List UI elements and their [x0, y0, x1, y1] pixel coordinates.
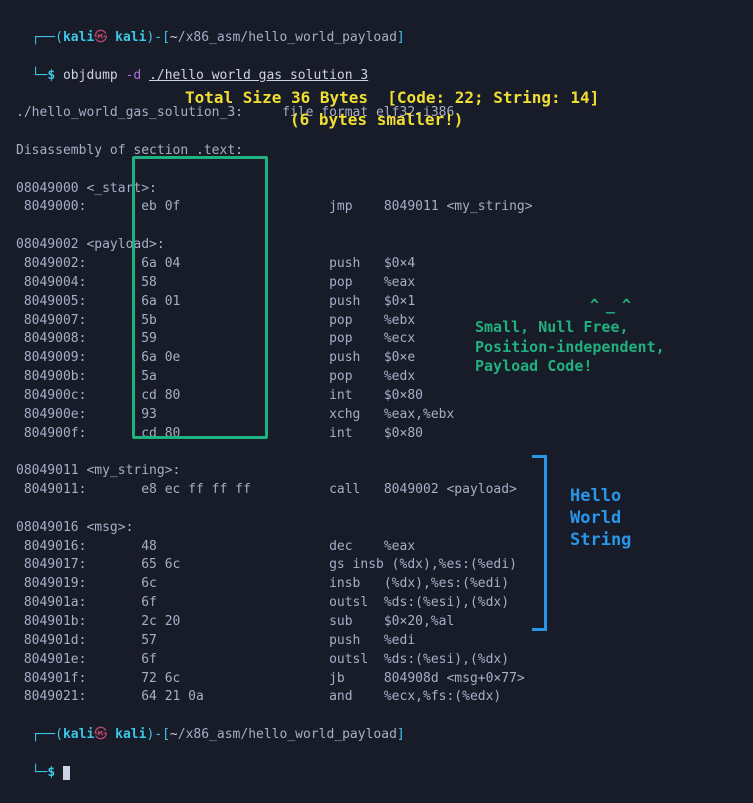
command-name: objdump [63, 68, 118, 83]
disasm-line: 804900f: cd 80 int $0×80 [16, 425, 737, 444]
prompt-input-line[interactable]: └─$ [16, 745, 737, 783]
disasm-line: 8049019: 6c insb (%dx),%es:(%edi) [16, 575, 737, 594]
disasm-line: 8049002: 6a 04 push $0×4 [16, 255, 737, 274]
command-arg: ./hello world gas solution 3 [149, 68, 368, 83]
section-header: 08049002 <payload>: [16, 236, 737, 255]
cursor [63, 766, 70, 780]
annotation-hello-world: Hello World String [570, 485, 631, 551]
annotation-bytes-smaller: (6 bytes smaller!) [290, 108, 463, 131]
annotation-caret: ^_^ [590, 296, 638, 316]
prompt-line-1: ┌──(kali㉿ kali)-[~/x86_asm/hello_world_p… [16, 10, 737, 48]
prompt-user: kali [63, 30, 94, 45]
disasm-line: 804901d: 57 push %edi [16, 632, 737, 651]
disasm-line: 804900e: 93 xchg %eax,%ebx [16, 406, 737, 425]
disasm-line: 804901a: 6f outsl %ds:(%esi),(%dx) [16, 594, 737, 613]
command-line[interactable]: └─$ objdump -d ./hello world gas solutio… [16, 48, 737, 86]
disasm-line: 8049000: eb 0f jmp 8049011 <my_string> [16, 198, 737, 217]
command-flag: -d [126, 68, 142, 83]
disassembly-header: Disassembly of section .text: [16, 142, 737, 161]
disassembly-output: 08049000 <_start>: 8049000: eb 0f jmp 80… [16, 180, 737, 708]
disasm-line: 8049021: 64 21 0a and %ecx,%fs:(%edx) [16, 688, 737, 707]
annotation-total-size: Total Size 36 Bytes [Code: 22; String: 1… [185, 86, 599, 109]
annotation-payload-desc: Small, Null Free, Position-independent, … [475, 318, 665, 377]
prompt-line-2: ┌──(kali㉿ kali)-[~/x86_asm/hello_world_p… [16, 707, 737, 745]
disasm-line: 8049004: 58 pop %eax [16, 274, 737, 293]
prompt-host: kali [115, 30, 146, 45]
disasm-line: 804901e: 6f outsl %ds:(%esi),(%dx) [16, 651, 737, 670]
disasm-line: 804901f: 72 6c jb 804908d <msg+0×77> [16, 670, 737, 689]
section-header: 08049000 <_start>: [16, 180, 737, 199]
section-header: 08049011 <my_string>: [16, 462, 737, 481]
disasm-line: 804900c: cd 80 int $0×80 [16, 387, 737, 406]
disasm-line: 804901b: 2c 20 sub $0×20,%al [16, 613, 737, 632]
disasm-line: 8049017: 65 6c gs insb (%dx),%es:(%edi) [16, 556, 737, 575]
